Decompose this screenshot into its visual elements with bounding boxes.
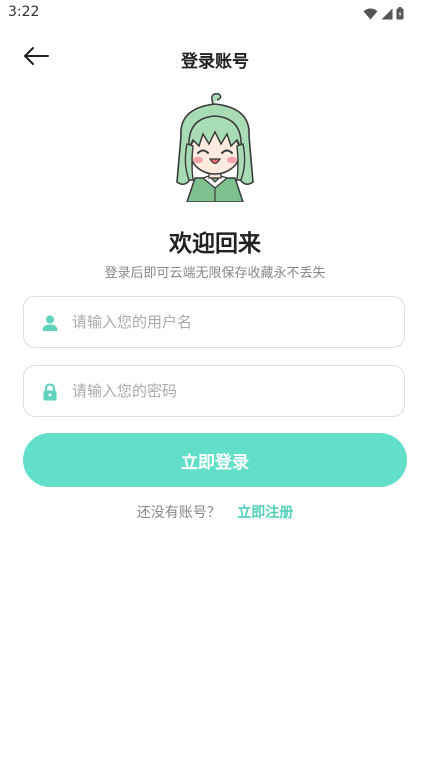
welcome-title: 欢迎回来 [169, 231, 261, 257]
status-time: 3:22 [8, 4, 40, 20]
login-button[interactable]: 立即登录 [23, 433, 407, 487]
user-icon [40, 313, 60, 333]
wifi-icon [363, 5, 378, 24]
username-input[interactable] [72, 297, 392, 347]
register-row: 还没有账号？ 立即注册 [0, 502, 430, 522]
status-icons [363, 5, 404, 24]
password-field[interactable] [23, 365, 405, 417]
battery-icon [396, 5, 404, 24]
register-prompt: 还没有账号？ [136, 505, 221, 521]
nav-bar: 登录账号 [0, 38, 430, 78]
status-bar: 3:22 [0, 0, 430, 26]
register-link[interactable]: 立即注册 [237, 505, 293, 521]
password-input[interactable] [72, 366, 392, 416]
avatar [165, 90, 265, 203]
username-field[interactable] [23, 296, 405, 348]
lock-icon [40, 382, 60, 402]
welcome-subtitle: 登录后即可云端无限保存收藏永不丢失 [104, 266, 326, 281]
cellular-signal-icon [381, 5, 393, 24]
page-title: 登录账号 [181, 52, 249, 72]
